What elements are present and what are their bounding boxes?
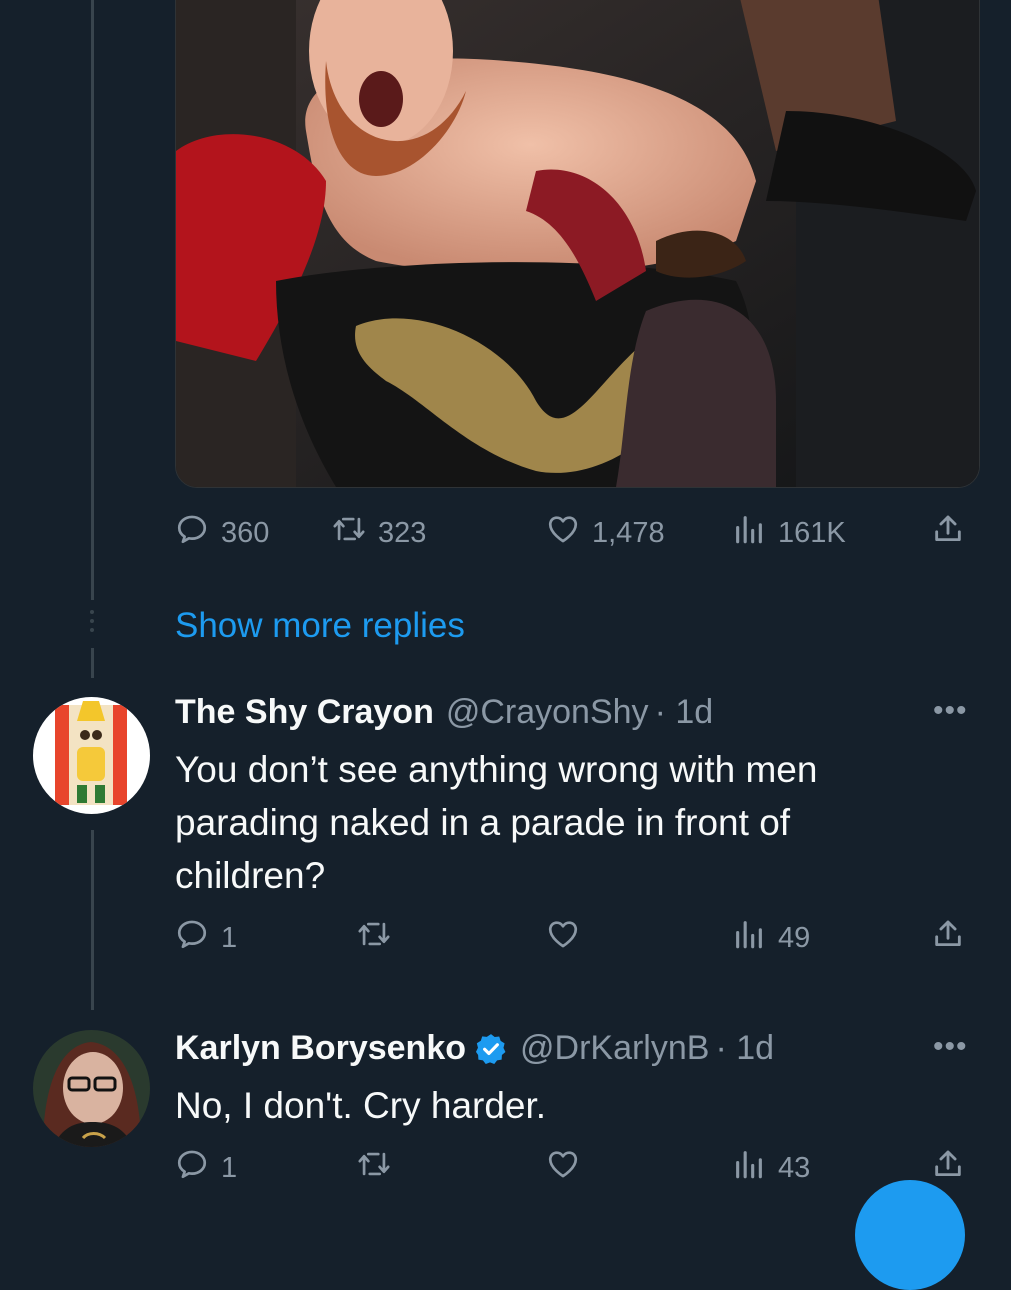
thread-line-top [91,0,94,600]
tweet-media-photo[interactable] [175,0,980,488]
reply2-like-button[interactable] [546,1146,580,1190]
verified-icon [475,1033,506,1064]
share-icon [931,1147,965,1189]
reply1-retweet-button[interactable] [357,916,391,960]
like-icon [546,512,580,554]
reply2-actions: 1 43 [175,1146,975,1190]
retweet-count: 323 [378,516,427,549]
share-icon [931,512,965,554]
reply2-reply-button[interactable]: 1 [175,1146,237,1190]
reply1-reply-count: 1 [221,921,238,954]
retweet-icon [357,917,391,959]
views-icon [732,1147,766,1189]
reply2-reply-count: 1 [221,1151,238,1184]
photo-image [176,0,979,487]
reply2-timestamp[interactable]: · 1d [715,1029,774,1068]
thread-dots [86,610,98,632]
reply2-header: Karlyn Borysenko @DrKarlynB · 1d [175,1029,774,1068]
like-count: 1,478 [592,516,665,549]
views-count: 161K [778,516,846,549]
reply1-actions: 1 49 [175,916,975,960]
share-icon [931,917,965,959]
more-icon: ••• [933,1030,968,1063]
reply1-reply-button[interactable]: 1 [175,916,237,960]
reply1-views-count: 49 [778,921,811,954]
reply-icon [175,512,209,554]
reply-icon [175,917,209,959]
compose-tweet-button[interactable] [855,1180,965,1290]
show-more-replies-link[interactable]: Show more replies [175,606,465,646]
like-icon [546,917,580,959]
avatar-drkarlynb[interactable] [33,1030,150,1147]
reply1-more-button[interactable]: ••• [933,696,968,726]
views-button[interactable]: 161K [732,511,846,555]
reply-count: 360 [221,516,270,549]
like-icon [546,1147,580,1189]
reply1-views-button[interactable]: 49 [732,916,810,960]
reply1-handle[interactable]: @CrayonShy [446,693,649,732]
reply2-handle[interactable]: @DrKarlynB [520,1029,709,1068]
like-button[interactable]: 1,478 [546,511,665,555]
top-tweet-actions: 360 323 1,478 161K [175,511,975,555]
avatar-crayonshy[interactable] [33,697,150,814]
thread-line-reply [91,830,94,1010]
reply-button[interactable]: 360 [175,511,269,555]
thread-line-middle [91,648,94,678]
reply2-share-button[interactable] [931,1146,965,1190]
reply1-text: You don’t see anything wrong with men pa… [175,749,818,896]
views-icon [732,917,766,959]
more-icon: ••• [933,694,968,727]
reply2-more-button[interactable]: ••• [933,1032,968,1062]
reply2-views-button[interactable]: 43 [732,1146,810,1190]
reply1-like-button[interactable] [546,916,580,960]
views-icon [732,512,766,554]
share-button[interactable] [931,511,965,555]
retweet-icon [357,1147,391,1189]
reply1-header: The Shy Crayon @CrayonShy · 1d [175,693,713,732]
reply2-text: No, I don't. Cry harder. [175,1085,547,1126]
reply2-retweet-button[interactable] [357,1146,391,1190]
retweet-button[interactable]: 323 [332,511,426,555]
retweet-icon [332,512,366,554]
reply1-display-name[interactable]: The Shy Crayon [175,693,434,732]
avatar-photo-image [33,1030,150,1147]
reply1-timestamp[interactable]: · 1d [655,693,714,732]
reply-icon [175,1147,209,1189]
reply1-share-button[interactable] [931,916,965,960]
avatar-crayon-image [33,697,150,814]
reply2-views-count: 43 [778,1151,811,1184]
reply2-display-name[interactable]: Karlyn Borysenko [175,1029,466,1068]
